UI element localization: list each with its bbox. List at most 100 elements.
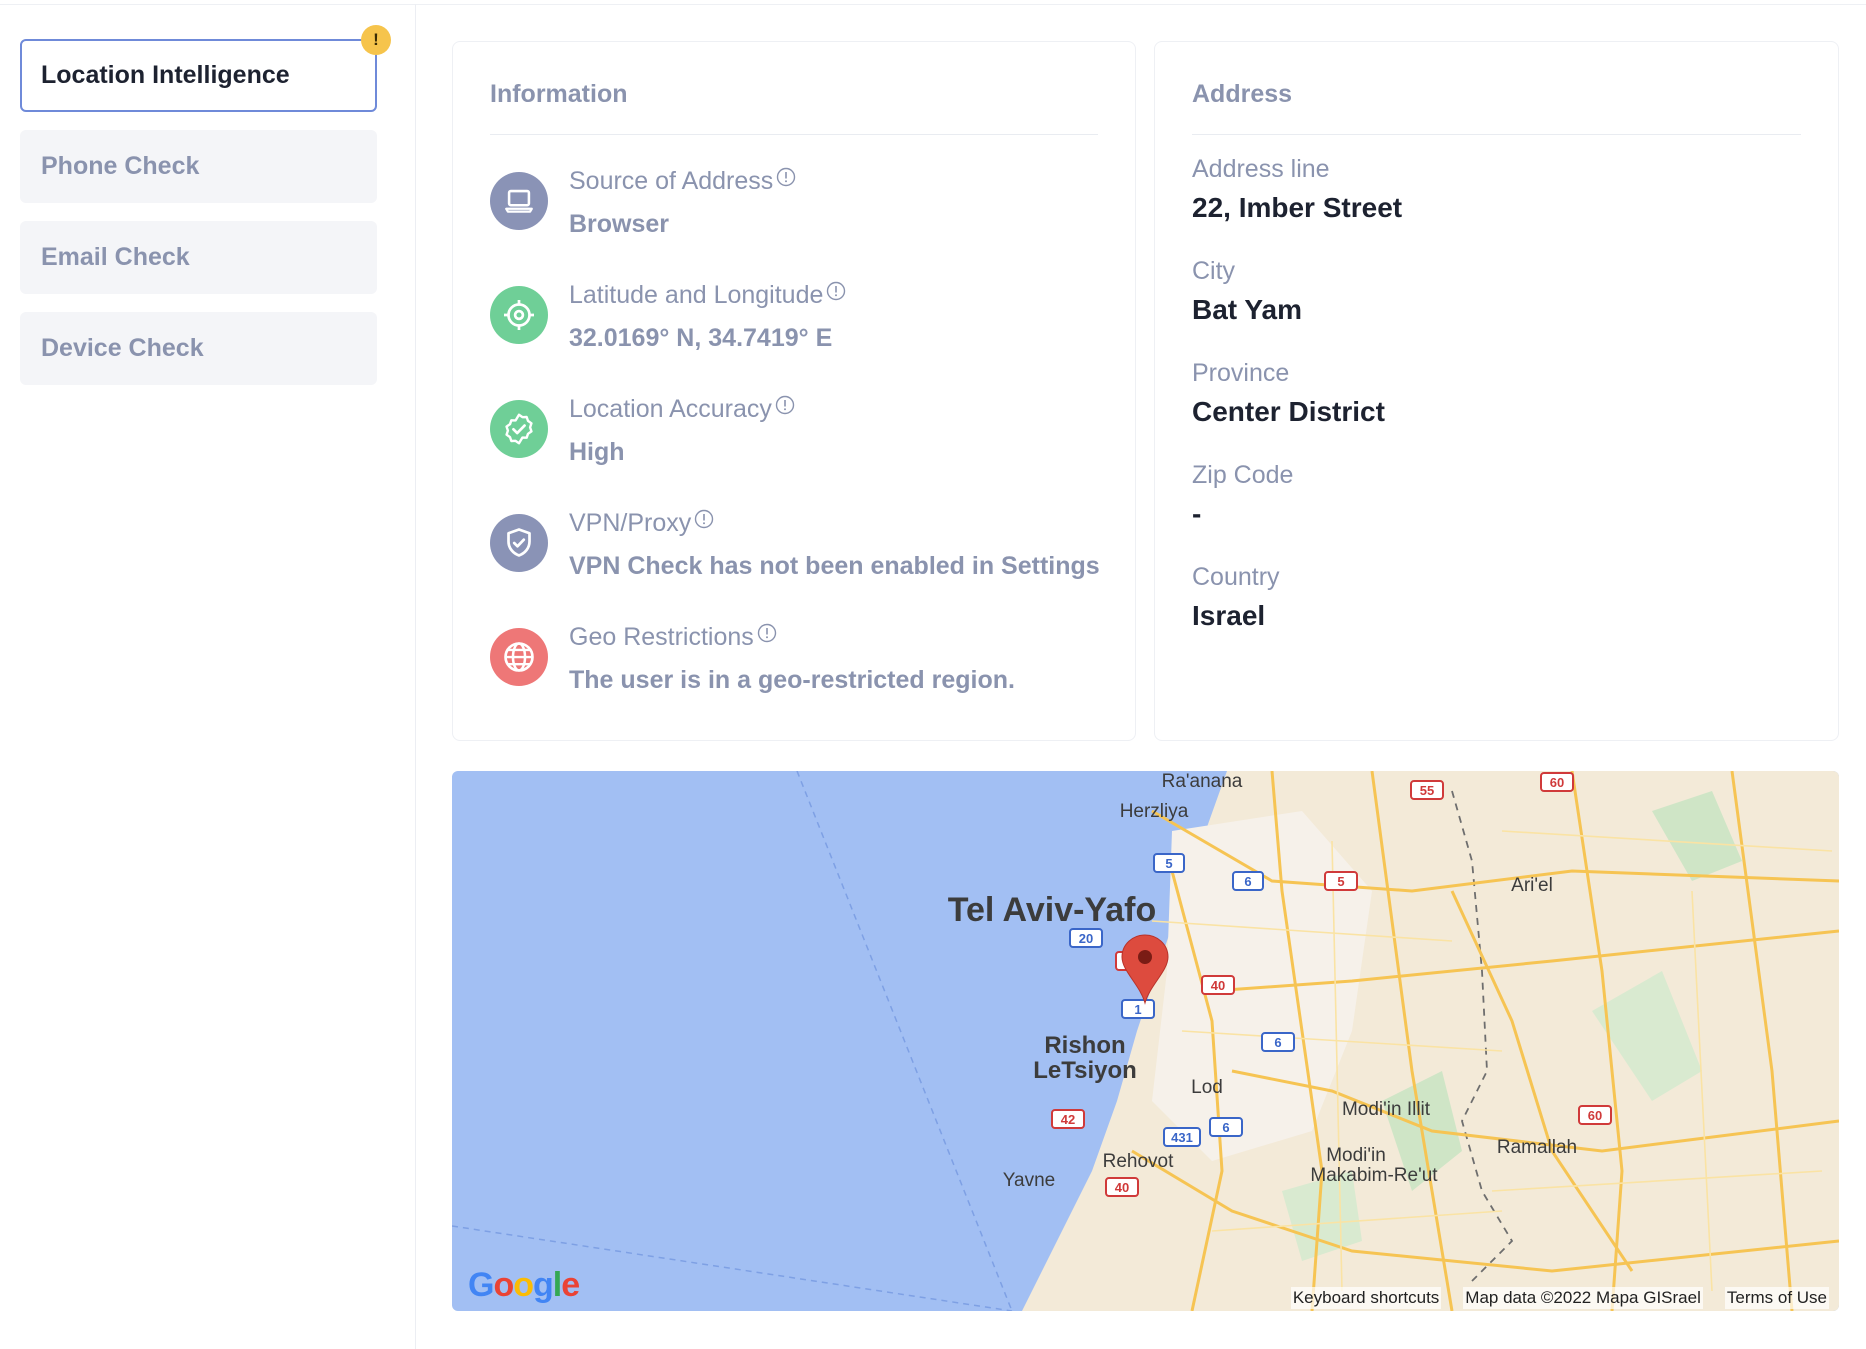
- info-value: The user is in a geo-restricted region.: [569, 666, 1015, 694]
- route-shield-label: 6: [1222, 1120, 1229, 1135]
- route-shield-label: 40: [1211, 978, 1225, 993]
- google-logo: Google: [468, 1266, 580, 1304]
- city-label: Ra'anana: [1162, 771, 1243, 792]
- sidebar-item-phone-check[interactable]: Phone Check: [20, 130, 377, 203]
- info-label: Latitude and Longitude: [569, 281, 846, 310]
- info-value: High: [569, 438, 625, 466]
- route-shield-red: 55: [1410, 780, 1444, 800]
- route-shield-red: 40: [1105, 1177, 1139, 1197]
- zip-code-label: Zip Code: [1192, 461, 1294, 489]
- info-label-text: Geo Restrictions: [569, 623, 754, 651]
- route-shield-label: 42: [1061, 1112, 1075, 1127]
- route-shield-label: 20: [1079, 931, 1093, 946]
- route-shield-blue: 6: [1261, 1032, 1295, 1052]
- city-label: Ramallah: [1497, 1137, 1577, 1158]
- city-label: Makabim-Re'ut: [1310, 1165, 1438, 1186]
- verified-badge-icon: [490, 400, 548, 458]
- province-label: Province: [1192, 359, 1290, 387]
- route-shield-label: 5: [1165, 856, 1172, 871]
- city-label: Lod: [1191, 1077, 1223, 1098]
- city-label: Modi'in: [1326, 1145, 1386, 1166]
- terms-of-use-link[interactable]: Terms of Use: [1724, 1287, 1829, 1309]
- map-footer: Keyboard shortcuts Map data ©2022 Mapa G…: [1290, 1287, 1829, 1309]
- country-value: Israel: [1192, 600, 1266, 631]
- info-tooltip-icon[interactable]: [775, 395, 795, 415]
- info-value: Browser: [569, 210, 670, 238]
- sidebar-item-label: Device Check: [41, 334, 204, 362]
- info-value: VPN Check has not been enabled in Settin…: [569, 552, 1100, 580]
- sidebar-item-device-check[interactable]: Device Check: [20, 312, 377, 385]
- route-shield-red: 60: [1540, 772, 1574, 792]
- sidebar-item-label: Email Check: [41, 243, 190, 271]
- laptop-icon: [490, 172, 548, 230]
- info-tooltip-icon[interactable]: [776, 167, 796, 187]
- info-label: VPN/Proxy: [569, 509, 714, 538]
- info-label-text: Location Accuracy: [569, 395, 772, 423]
- city-label: Rishon: [1044, 1032, 1125, 1059]
- address-card: Address Address line 22, Imber Street Ci…: [1154, 41, 1839, 741]
- keyboard-shortcuts-link[interactable]: Keyboard shortcuts: [1290, 1287, 1442, 1309]
- route-shield-red: 5: [1324, 871, 1358, 891]
- info-tooltip-icon[interactable]: [694, 509, 714, 529]
- info-label: Source of Address: [569, 167, 796, 196]
- city-label: Herzliya: [1120, 801, 1189, 822]
- address-line-value: 22, Imber Street: [1192, 192, 1403, 223]
- sidebar: Location Intelligence ! Phone Check Emai…: [0, 4, 416, 1349]
- info-label-text: Source of Address: [569, 167, 774, 195]
- zip-code-value: -: [1192, 498, 1202, 529]
- globe-icon: [490, 628, 548, 686]
- divider: [490, 134, 1098, 135]
- address-line-label: Address line: [1192, 155, 1330, 183]
- city-label: Ari'el: [1511, 875, 1553, 896]
- route-shield-label: 55: [1420, 783, 1434, 798]
- city-label: Modi'in Illit: [1342, 1099, 1431, 1120]
- card-title: Information: [490, 80, 628, 108]
- route-shield-blue: 1: [1121, 999, 1155, 1019]
- route-shield-red: 42: [1051, 1109, 1085, 1129]
- route-shield-label: 6: [1274, 1035, 1281, 1050]
- city-label: Yavne: [1003, 1170, 1055, 1191]
- city-label: Tel Aviv-Yafo: [948, 891, 1156, 929]
- route-shield-label: 40: [1115, 1180, 1129, 1195]
- route-shield-label: 60: [1588, 1108, 1602, 1123]
- route-shield-blue: 20: [1069, 928, 1103, 948]
- route-shield-blue: 431: [1163, 1127, 1201, 1147]
- route-shield-blue: 5: [1153, 853, 1185, 873]
- city-label: LeTsiyon: [1033, 1057, 1137, 1084]
- city-label: Rehovot: [1103, 1151, 1174, 1172]
- warning-badge: !: [361, 25, 391, 55]
- route-shield-label: 5: [1337, 874, 1344, 889]
- info-label-text: Latitude and Longitude: [569, 281, 824, 309]
- map-data-attribution: Map data ©2022 Mapa GISrael: [1463, 1287, 1703, 1309]
- sidebar-item-email-check[interactable]: Email Check: [20, 221, 377, 294]
- target-icon: [490, 286, 548, 344]
- route-shield-red: 60: [1578, 1105, 1612, 1125]
- route-shield-blue: 6: [1209, 1117, 1243, 1137]
- city-value: Bat Yam: [1192, 294, 1302, 325]
- info-tooltip-icon[interactable]: [826, 281, 846, 301]
- route-shield-blue: 6: [1232, 871, 1264, 891]
- country-label: Country: [1192, 563, 1280, 591]
- maritime-boundary: [796, 771, 1013, 1311]
- route-shield-label: 60: [1550, 775, 1564, 790]
- info-label: Geo Restrictions: [569, 623, 777, 652]
- info-label: Location Accuracy: [569, 395, 795, 424]
- map-canvas[interactable]: 60 55 5 6 5 20 4 40 1 6 42 431 6 40 60 R…: [452, 771, 1839, 1311]
- route-shield-red: 40: [1201, 975, 1235, 995]
- sidebar-item-location-intelligence[interactable]: Location Intelligence !: [20, 25, 391, 112]
- shield-check-icon: [490, 514, 548, 572]
- map[interactable]: 60 55 5 6 5 20 4 40 1 6 42 431 6 40 60 R…: [452, 771, 1839, 1311]
- divider: [1192, 134, 1801, 135]
- route-shield-label: 431: [1171, 1130, 1193, 1145]
- info-value: 32.0169° N, 34.7419° E: [569, 324, 833, 352]
- information-card: Information Source of Address Browser La…: [452, 41, 1136, 741]
- province-value: Center District: [1192, 396, 1385, 427]
- card-title: Address: [1192, 80, 1293, 108]
- info-tooltip-icon[interactable]: [757, 623, 777, 643]
- route-shield-label: 1: [1134, 1002, 1141, 1017]
- info-label-text: VPN/Proxy: [569, 509, 692, 537]
- route-shield-label: 6: [1244, 874, 1251, 889]
- sidebar-item-label: Location Intelligence: [41, 61, 290, 89]
- sidebar-item-label: Phone Check: [41, 152, 200, 180]
- city-label: City: [1192, 257, 1236, 285]
